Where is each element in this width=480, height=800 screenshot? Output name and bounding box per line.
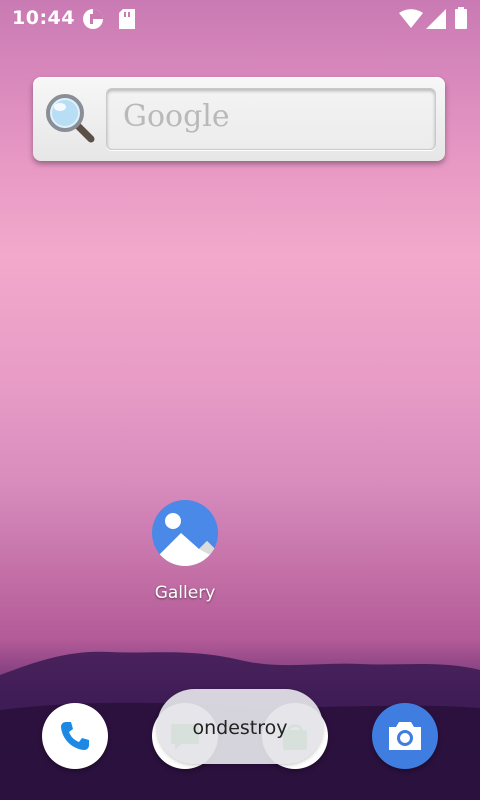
app-gallery-label: Gallery <box>154 583 216 603</box>
phone-icon <box>59 720 91 756</box>
google-search-widget[interactable]: Google <box>33 77 445 161</box>
sd-card-icon <box>118 8 136 34</box>
status-bar: 10:44 <box>0 0 480 36</box>
app-gallery[interactable]: Gallery <box>140 499 230 603</box>
wifi-icon <box>399 9 423 33</box>
toast-text: ondestroy <box>192 717 288 739</box>
search-input[interactable]: Google <box>106 88 436 150</box>
clock: 10:44 <box>12 7 75 29</box>
battery-icon <box>455 7 467 33</box>
camera-icon <box>387 719 423 757</box>
search-placeholder: Google <box>123 99 230 134</box>
cellular-signal-icon <box>426 9 446 33</box>
data-saver-icon <box>82 8 104 34</box>
magnifier-icon[interactable] <box>43 91 97 145</box>
gallery-icon <box>151 499 219 567</box>
dock-camera[interactable] <box>372 703 438 769</box>
toast-message: ondestroy <box>157 689 323 764</box>
dock-phone[interactable] <box>42 703 108 769</box>
